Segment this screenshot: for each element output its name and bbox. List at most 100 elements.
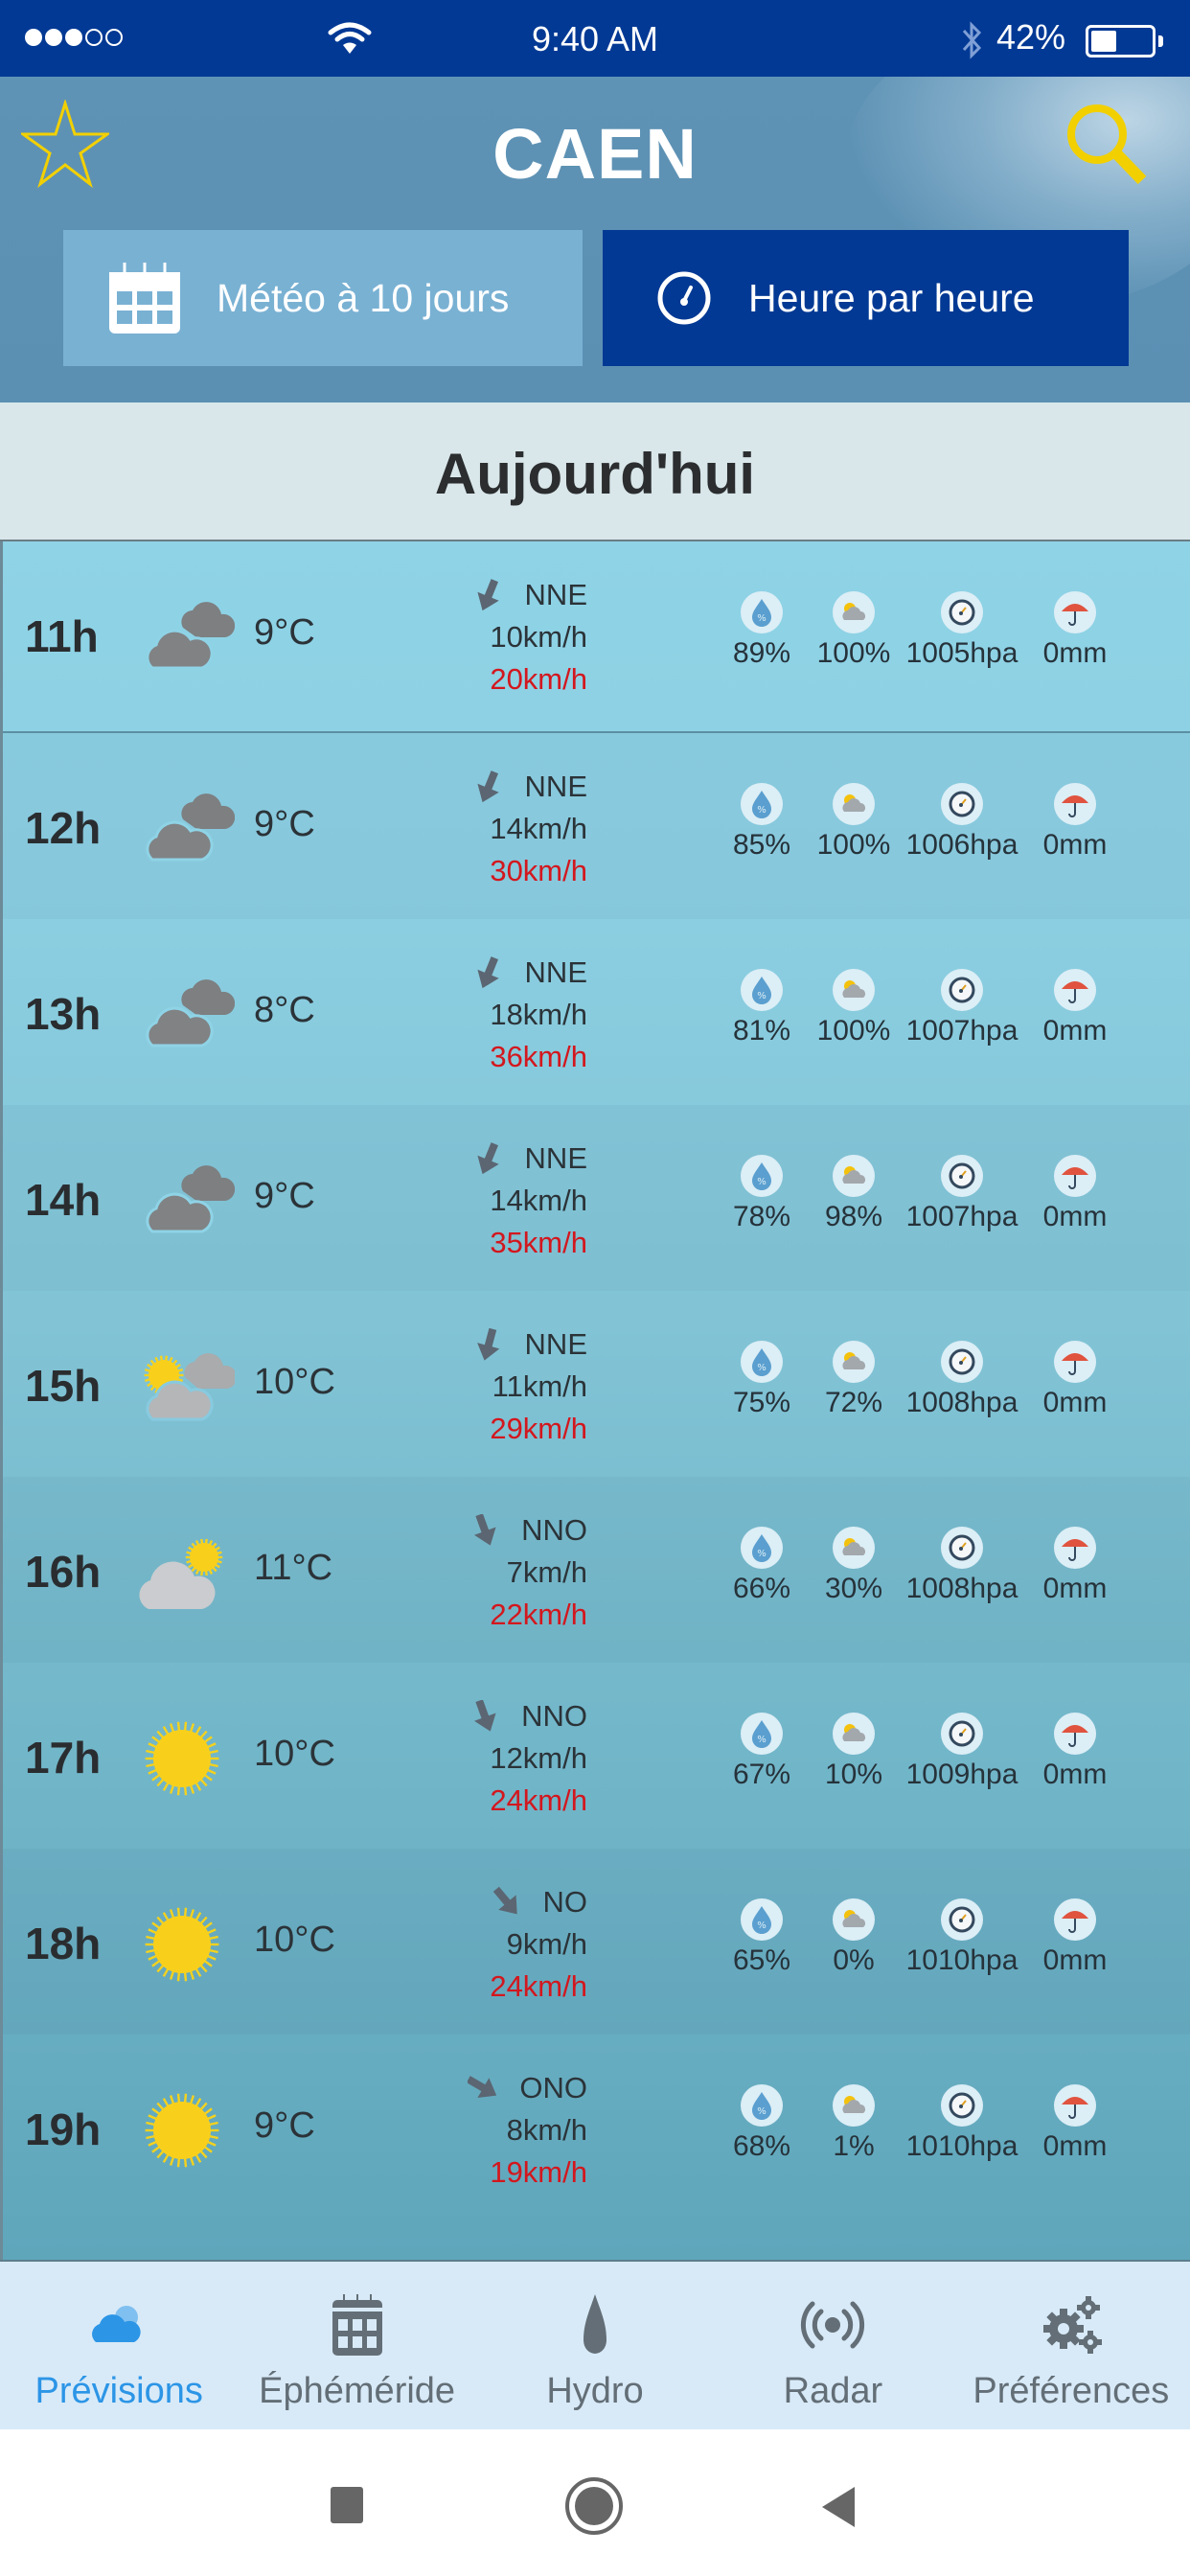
wind-direction-arrow-icon	[476, 579, 499, 611]
cloud-cover-value: 100%	[816, 1015, 891, 1046]
cloud-cover-icon	[842, 1724, 865, 1741]
cloud-cover-value: 98%	[824, 1201, 883, 1232]
humidity-icon: %	[752, 599, 771, 627]
mostly-cloudy-icon	[144, 1353, 238, 1421]
tab-hydro[interactable]: Hydro	[476, 2262, 714, 2429]
pressure-icon	[949, 1534, 975, 1561]
forecast-row[interactable]: 13h 8°C NNE 18km/h 36km/h % 81% 100% 100…	[3, 919, 1190, 1105]
humidity-value: 68%	[732, 2130, 791, 2162]
svg-text:%: %	[757, 613, 767, 624]
humidity-stat: % 78%	[717, 1155, 807, 1233]
row-temperature: 10°C	[254, 1362, 335, 1402]
ten-day-forecast-button[interactable]: Météo à 10 jours	[63, 230, 583, 366]
wind-gust: 30km/h	[490, 854, 587, 887]
svg-text:%: %	[757, 1177, 767, 1187]
rain-stat: 0mm	[1027, 1155, 1123, 1233]
row-wind: NO 9km/h 24km/h	[453, 1881, 587, 2008]
rain-value: 0mm	[1042, 1944, 1108, 1976]
humidity-value: 85%	[732, 829, 791, 861]
humidity-icon: %	[752, 1162, 771, 1190]
wind-speed: 12km/h	[490, 1741, 587, 1775]
cloud-cover-value: 10%	[824, 1759, 883, 1790]
home-button[interactable]	[565, 2477, 623, 2535]
pressure-icon	[949, 1720, 975, 1747]
humidity-stat: % 89%	[717, 591, 807, 670]
forecast-row[interactable]: 14h 9°C NNE 14km/h 35km/h % 78% 98% 1007…	[3, 1105, 1190, 1291]
pressure-value: 1007hpa	[905, 1201, 1018, 1232]
tab-ephemeride[interactable]: Éphéméride	[238, 2262, 475, 2429]
back-button[interactable]	[822, 2487, 855, 2527]
cloud-cover-value: 72%	[824, 1387, 883, 1418]
rain-value: 0mm	[1042, 1387, 1108, 1418]
rain-umbrella-icon	[1062, 1539, 1088, 1561]
cloud-cover-stat: 1%	[807, 2084, 901, 2163]
cloudy-icon	[146, 602, 236, 670]
forecast-row[interactable]: 15h 10°C NNE 11km/h 29km/h % 75% 72% 100…	[3, 1291, 1190, 1477]
wind-gust: 35km/h	[490, 1226, 587, 1259]
rain-umbrella-icon	[1062, 1167, 1088, 1189]
svg-text:%: %	[757, 991, 767, 1001]
tab-preferences[interactable]: Préférences	[952, 2262, 1190, 2429]
hourly-forecast-button[interactable]: Heure par heure	[603, 230, 1129, 366]
row-wind: ONO 8km/h 19km/h	[453, 2067, 587, 2194]
cloud-cover-icon	[842, 1352, 865, 1369]
rain-stat: 0mm	[1027, 2084, 1123, 2163]
battery-level-fill	[1091, 31, 1116, 52]
pressure-value: 1006hpa	[905, 829, 1018, 861]
tab-label: Hydro	[546, 2371, 644, 2411]
humidity-stat: % 66%	[717, 1527, 807, 1605]
tab-previsions[interactable]: Prévisions	[0, 2262, 238, 2429]
pressure-icon	[949, 791, 975, 817]
search-icon[interactable]	[1064, 102, 1152, 188]
pressure-value: 1008hpa	[905, 1573, 1018, 1604]
battery-tip	[1158, 35, 1163, 47]
row-temperature: 9°C	[254, 612, 315, 653]
forecast-row[interactable]: 19h 9°C ONO 8km/h 19km/h % 68% 1% 1010hp…	[3, 2035, 1190, 2220]
weather-icon	[129, 781, 236, 877]
rain-stat: 0mm	[1027, 969, 1123, 1047]
row-hour: 15h	[25, 1361, 102, 1411]
wind-gust: 19km/h	[490, 2155, 587, 2189]
cloud-cover-value: 30%	[824, 1573, 883, 1604]
row-stats: % 67% 10% 1009hpa 0mm	[717, 1713, 1123, 1791]
wind-direction: NNE	[524, 1327, 587, 1361]
svg-text:%: %	[757, 1363, 767, 1373]
cloud-cover-value: 1%	[833, 2130, 875, 2162]
forecast-row[interactable]: 18h 10°C NO 9km/h 24km/h % 65% 0% 1010hp…	[3, 1849, 1190, 2035]
weather-icon	[129, 2082, 235, 2178]
row-hour: 11h	[25, 611, 99, 661]
humidity-stat: % 68%	[717, 2084, 807, 2163]
weather-icon	[129, 1339, 238, 1435]
pressure-icon	[949, 1162, 975, 1189]
cloud-cover-icon	[842, 1166, 865, 1184]
wind-direction: NNO	[521, 1513, 587, 1547]
gears-icon	[1042, 2296, 1102, 2354]
humidity-value: 75%	[732, 1387, 791, 1418]
humidity-stat: % 75%	[717, 1341, 807, 1419]
wind-direction: NNE	[524, 1141, 587, 1175]
forecast-row[interactable]: 16h 11°C NNO 7km/h 22km/h % 66% 30% 1008…	[3, 1477, 1190, 1663]
partly-cloudy-icon	[139, 1538, 223, 1609]
hourly-forecast-list[interactable]: 11h 9°C NNE 10km/h 20km/h % 89% 100% 100…	[0, 541, 1190, 2260]
cloud-cover-icon	[842, 1538, 865, 1555]
forecast-row[interactable]: 11h 9°C NNE 10km/h 20km/h % 89% 100% 100…	[3, 541, 1190, 733]
cloud-cover-stat: 98%	[807, 1155, 901, 1233]
weather-icon	[129, 967, 236, 1063]
cloud-cover-stat: 100%	[807, 591, 901, 670]
recent-apps-button[interactable]	[331, 2487, 363, 2523]
forecast-row[interactable]: 17h 10°C NNO 12km/h 24km/h % 67% 10% 100…	[3, 1663, 1190, 1849]
calendar-icon	[332, 2294, 382, 2356]
pressure-stat: 1010hpa	[901, 2084, 1023, 2163]
wind-speed: 14km/h	[490, 812, 587, 845]
row-stats: % 68% 1% 1010hpa 0mm	[717, 2084, 1123, 2163]
row-hour: 14h	[25, 1175, 102, 1225]
android-navigation-bar	[0, 2429, 1190, 2576]
wind-speed: 18km/h	[490, 998, 587, 1031]
bottom-tab-bar: Prévisions Éphéméride Hydro Radar Préfér…	[0, 2260, 1190, 2429]
tab-radar[interactable]: Radar	[714, 2262, 951, 2429]
rain-stat: 0mm	[1027, 1898, 1123, 1977]
humidity-value: 78%	[732, 1201, 791, 1232]
forecast-row[interactable]: 12h 9°C NNE 14km/h 30km/h % 85% 100% 100…	[3, 733, 1190, 919]
day-title: Aujourd'hui	[434, 442, 756, 506]
cloud-cover-stat: 100%	[807, 783, 901, 862]
